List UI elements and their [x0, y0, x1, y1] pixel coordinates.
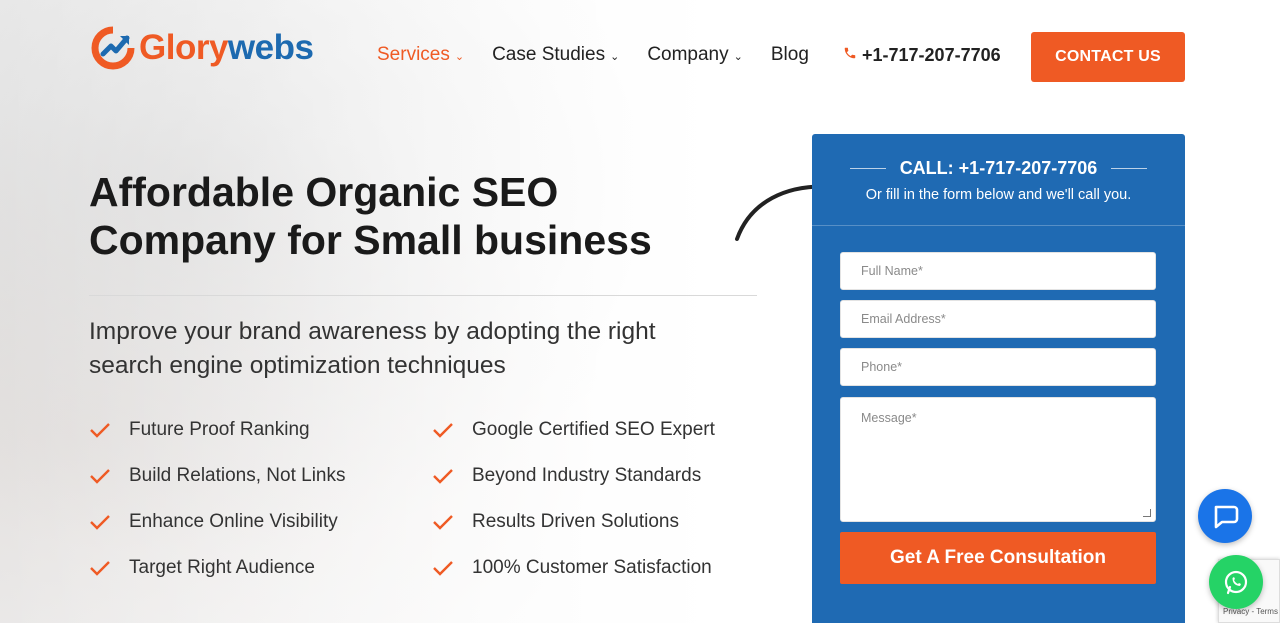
- feature-text: Future Proof Ranking: [129, 419, 310, 440]
- header-phone-link[interactable]: +1-717-207-7706: [843, 45, 1001, 66]
- check-icon: [90, 469, 110, 484]
- nav-item-company[interactable]: Company ⌄: [647, 44, 743, 66]
- logo-wordmark: Glorywebs: [139, 28, 314, 68]
- feature-item: 100% Customer Satisfaction: [432, 557, 712, 579]
- chevron-down-icon: ⌄: [733, 51, 743, 63]
- chat-button[interactable]: [1198, 489, 1252, 543]
- check-icon: [433, 423, 453, 438]
- chevron-down-icon: ⌄: [610, 51, 620, 63]
- nav-item-label: Case Studies: [492, 44, 606, 65]
- full-name-input[interactable]: Full Name*: [840, 252, 1156, 290]
- check-icon: [90, 423, 110, 438]
- feature-text: Google Certified SEO Expert: [472, 419, 715, 440]
- hero-title-line1: Affordable Organic SEO: [89, 169, 559, 215]
- feature-text: Target Right Audience: [129, 557, 315, 578]
- phone-input[interactable]: Phone*: [840, 348, 1156, 386]
- message-textarea[interactable]: Message*: [840, 397, 1156, 522]
- check-icon: [433, 469, 453, 484]
- nav-item-case-studies[interactable]: Case Studies ⌄: [492, 44, 619, 66]
- form-header: CALL: +1-717-207-7706 Or fill in the for…: [812, 134, 1185, 226]
- nav-item-label: Services: [377, 44, 450, 65]
- whatsapp-icon: [1224, 570, 1248, 595]
- logo-mark-icon: [89, 24, 137, 72]
- divider-line: [1111, 168, 1148, 169]
- form-call-subtext: Or fill in the form below and we'll call…: [865, 187, 1132, 203]
- check-icon: [433, 515, 453, 530]
- logo-text-part2: webs: [227, 28, 314, 67]
- check-icon: [90, 515, 110, 530]
- email-input[interactable]: Email Address*: [840, 300, 1156, 338]
- hero-title: Affordable Organic SEO Company for Small…: [89, 168, 729, 264]
- feature-item: Results Driven Solutions: [432, 511, 679, 533]
- hero-title-line2: Company for Small business: [89, 217, 652, 263]
- hero-subtitle: Improve your brand awareness by adopting…: [89, 318, 656, 379]
- feature-text: Enhance Online Visibility: [129, 511, 338, 532]
- logo-text-part1: Glory: [139, 28, 228, 67]
- header-phone-number: +1-717-207-7706: [862, 45, 1001, 65]
- nav-item-blog[interactable]: Blog: [771, 44, 809, 66]
- feature-text: Results Driven Solutions: [472, 511, 679, 532]
- chevron-down-icon: ⌄: [454, 51, 465, 63]
- chat-bubble-icon: [1214, 505, 1239, 529]
- phone-icon: [843, 46, 857, 65]
- divider-line: [849, 168, 886, 169]
- feature-item: Future Proof Ranking: [89, 419, 310, 441]
- nav-item-services[interactable]: Services ⌄: [377, 44, 464, 66]
- check-icon: [90, 561, 110, 576]
- nav-item-label: Blog: [770, 44, 809, 65]
- feature-item: Enhance Online Visibility: [89, 511, 338, 533]
- hero-divider: [89, 295, 757, 296]
- feature-text: Beyond Industry Standards: [472, 465, 702, 486]
- feature-item: Beyond Industry Standards: [432, 465, 701, 487]
- whatsapp-button[interactable]: [1209, 555, 1263, 609]
- get-free-consultation-button[interactable]: Get A Free Consultation: [840, 532, 1156, 584]
- form-call-line: CALL: +1-717-207-7706: [812, 158, 1185, 179]
- consultation-form-panel: CALL: +1-717-207-7706 Or fill in the for…: [812, 134, 1185, 623]
- resize-handle-icon[interactable]: [1143, 509, 1151, 517]
- feature-text: Build Relations, Not Links: [129, 465, 346, 486]
- logo[interactable]: Glorywebs: [89, 24, 314, 72]
- feature-item: Target Right Audience: [89, 557, 315, 579]
- nav-item-label: Company: [647, 44, 729, 65]
- check-icon: [433, 561, 453, 576]
- message-placeholder: Message*: [861, 411, 917, 425]
- feature-item: Google Certified SEO Expert: [432, 419, 715, 441]
- feature-item: Build Relations, Not Links: [89, 465, 346, 487]
- contact-us-button[interactable]: CONTACT US: [1031, 32, 1185, 82]
- form-call-text[interactable]: CALL: +1-717-207-7706: [900, 158, 1098, 179]
- feature-text: 100% Customer Satisfaction: [472, 557, 712, 578]
- main-nav: Services ⌄ Case Studies ⌄ Company ⌄ Blog: [377, 44, 837, 66]
